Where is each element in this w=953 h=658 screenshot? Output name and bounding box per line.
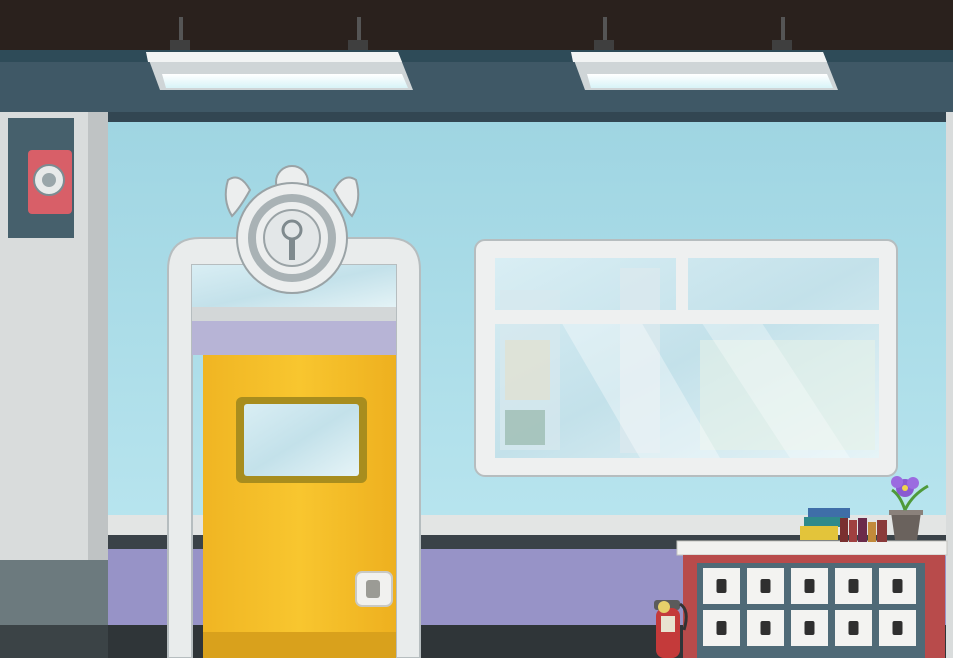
cubby-slot-opening — [716, 579, 727, 593]
classroom-hallway-scene — [0, 0, 953, 658]
door-window — [244, 404, 359, 476]
cubby-slot-opening — [804, 621, 815, 635]
cubby-slot-opening — [760, 621, 771, 635]
right-pillar — [946, 112, 953, 658]
cubby-slot-opening — [892, 621, 903, 635]
hallway-window — [474, 239, 898, 477]
scene-canvas — [0, 0, 953, 658]
yellow-door[interactable] — [203, 355, 396, 658]
ceiling — [0, 0, 953, 58]
cubby-slot-opening — [760, 579, 771, 593]
wall-speaker-icon — [8, 118, 74, 238]
cubby-slot-opening — [716, 621, 727, 635]
cubby-slot-opening — [848, 579, 859, 593]
cubby-slot-opening — [804, 579, 815, 593]
cubby-slot-opening — [892, 579, 903, 593]
cubby-slot-opening — [848, 621, 859, 635]
